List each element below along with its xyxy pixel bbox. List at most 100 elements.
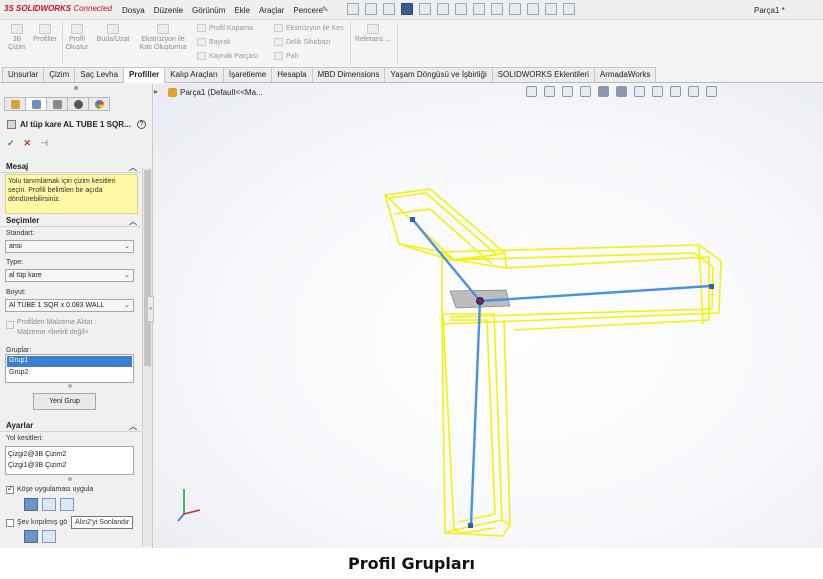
dimxpert-manager-tab[interactable] [67,97,89,111]
trimmed-label: Şev kırpılmış gö [17,519,68,526]
options-gear-icon[interactable] [563,3,575,15]
section-header[interactable]: Mesaj ︿ [0,159,141,173]
panel-collapse-handle[interactable]: « [147,296,154,322]
home-icon[interactable] [347,3,359,15]
path-segments-list[interactable]: Çizgi2@3B Çizim2 Çizgi1@3B Çizim2 [5,446,134,475]
button-label: Çizim [8,44,26,51]
panel-grip-handle[interactable] [74,86,78,90]
chamfer-button[interactable]: Pah [274,52,298,60]
weld-bead-icon [197,52,206,60]
feature-manager-tab[interactable] [4,97,26,111]
stop-icon[interactable] [545,3,557,15]
size-dropdown[interactable]: Al TUBE 1 SQR x 0.083 WALL ⌄ [5,299,134,312]
groups-label: Gruplar: [6,347,32,354]
menu-pencere[interactable]: Pencere [293,6,323,15]
print-icon[interactable] [419,3,431,15]
property-manager-tab[interactable] [25,97,47,111]
section-title: Ayarlar [6,421,34,430]
trim-order-button-2[interactable] [42,530,56,543]
tab-isaretleme[interactable]: İşaretleme [222,67,273,82]
tab-hesapla[interactable]: Hesapla [271,67,313,82]
section-header[interactable]: Ayarlar ︿ [0,418,141,432]
display-manager-tab[interactable] [88,97,110,111]
tab-unsurlar[interactable]: Unsurlar [2,67,45,82]
tube-frame-model[interactable] [154,84,823,548]
menu-dosya[interactable]: Dosya [122,6,145,15]
end-cap-button[interactable]: Profil Kapama [197,24,253,32]
tab-sac-levha[interactable]: Saç Levha [74,67,125,82]
save-icon[interactable] [401,3,413,15]
help-icon[interactable]: ? [137,120,146,129]
extruded-cut-button[interactable]: Ekstrüzyon ile Kes [274,24,344,32]
group-list-item-grup1[interactable]: Grup1 [7,356,132,367]
path-segment-item[interactable]: Çizgi2@3B Çizim2 [8,449,131,460]
profiles-button[interactable]: Profiller [30,24,60,44]
hole-wizard-button[interactable]: Delik Sihirbazı [274,38,331,46]
redo-icon[interactable] [455,3,467,15]
tab-solidworks-eklentileri[interactable]: SOLIDWORKS Eklentileri [491,67,595,82]
rebuild-icon[interactable] [491,3,503,15]
file-properties-icon[interactable] [509,3,521,15]
open-icon[interactable] [383,3,395,15]
tab-cizim[interactable]: Çizim [43,67,76,82]
trimmed-checkbox[interactable] [6,519,14,527]
apply-corner-treatment-checkbox[interactable] [6,484,14,494]
menu-araclar[interactable]: Araçlar [259,6,284,15]
tab-yasam-dongusu[interactable]: Yaşam Döngüsü ve İşbirliği [384,67,493,82]
extruded-boss-button[interactable]: Ekstrüzyon ile Katı Oluşturma [134,24,192,52]
trim-extend-button[interactable]: Buda/Uzat [93,24,133,44]
menu-ekle[interactable]: Ekle [234,6,250,15]
chamfer-icon [274,52,283,60]
sketch-line-cizgi3 [469,300,482,526]
menu-gorunum[interactable]: Görünüm [192,6,225,15]
chevron-down-icon: ⌄ [124,243,130,250]
collapse-chevron-icon[interactable]: ︿ [129,216,137,227]
transfer-material-checkbox[interactable] [6,321,14,329]
new-document-icon[interactable] [365,3,377,15]
3d-sketch-button[interactable]: 3B Çizim [6,24,28,52]
reference-geometry-button[interactable]: Referans ... [352,24,394,44]
pushpin-icon[interactable]: ⊣ [40,138,48,149]
collapse-chevron-icon[interactable]: ︿ [129,421,137,432]
configuration-manager-tab[interactable] [46,97,68,111]
document-title: Parça1 * [754,6,785,15]
pin-menu-icon[interactable]: ✎ [322,5,329,14]
select-icon[interactable] [473,3,485,15]
path-segment-item[interactable]: Çizgi1@3B Çizim2 [8,460,131,471]
solidworks-logo[interactable]: 3S SOLIDWORKS Connected [4,4,112,13]
tab-kalip-araclari[interactable]: Kalıp Araçları [164,67,224,82]
group-list-item-grup2[interactable]: Grup2 [7,368,132,379]
trim-order-button-1[interactable] [24,530,38,543]
menu-duzenle[interactable]: Düzenle [154,6,183,15]
create-profile-button[interactable]: Profil Oluştur [63,24,91,52]
ok-check-icon[interactable]: ✓ [7,138,15,149]
end-butt1-button[interactable] [42,498,56,511]
sketch-endpoint [468,523,473,528]
gusset-button[interactable]: Bayrak [197,38,231,46]
type-dropdown[interactable]: al tüp kare ⌄ [5,269,134,282]
standard-dropdown[interactable]: ansi ⌄ [5,240,134,253]
tab-mbd-dimensions[interactable]: MBD Dimensions [311,67,386,82]
new-group-button[interactable]: Yeni Grup [33,393,96,410]
dropdown-value: al tüp kare [9,272,42,279]
section-header[interactable]: Seçimler ︿ [0,213,141,227]
tab-armadaworks[interactable]: ArmadaWorks [593,67,657,82]
attach-icon[interactable] [527,3,539,15]
cancel-x-icon[interactable]: ✕ [24,138,32,149]
undo-icon[interactable] [437,3,449,15]
weld-bead-button[interactable]: Kaynak Parçası [197,52,258,60]
property-manager-scrollbar[interactable] [142,168,152,546]
button-label: Kaynak Parçası [209,52,259,60]
button-label: Bayrak [209,38,231,46]
path-segments-label: Yol kesitleri: [6,435,44,442]
graphics-area[interactable]: ▸ Parça1 (Default<<Ma... [154,84,823,548]
collapse-chevron-icon[interactable]: ︿ [129,162,137,173]
scrollbar-thumb[interactable] [144,170,151,366]
tab-profiller[interactable]: Profiller [123,67,166,83]
end-miter-button[interactable] [24,498,38,511]
groups-list[interactable]: Grup1 Grup2 [5,354,134,383]
resize-grip-icon[interactable] [68,477,72,481]
resize-grip-icon[interactable] [68,384,72,388]
end-butt2-button[interactable] [60,498,74,511]
tube-outline-edge [503,319,511,526]
